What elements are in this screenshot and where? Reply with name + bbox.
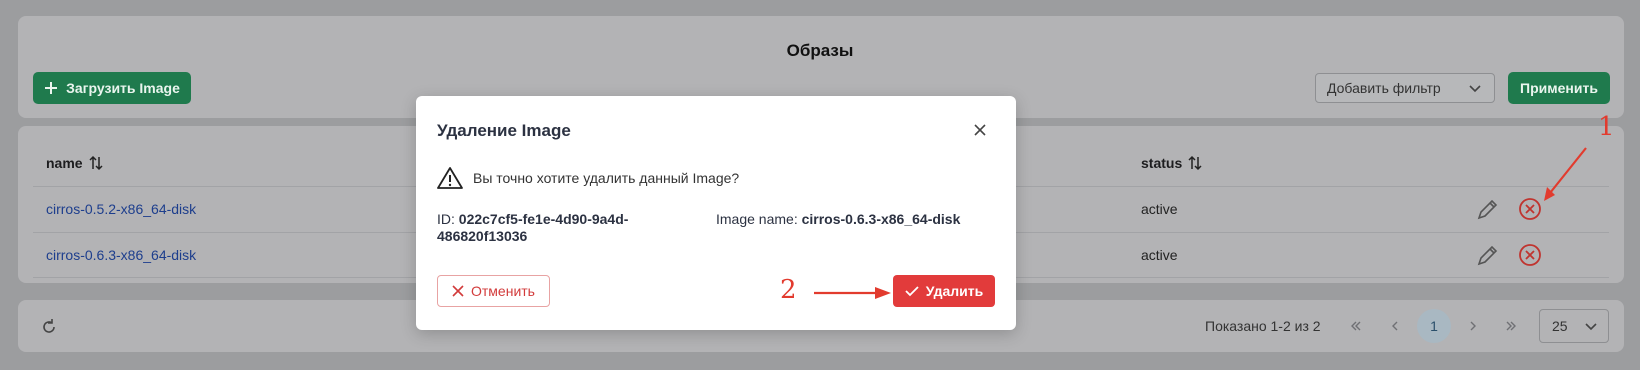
double-chevron-left-icon [1351,321,1361,331]
modal-image-name: Image name: cirros-0.6.3-x86_64-disk [716,211,960,227]
image-name-link[interactable]: cirros-0.5.2-x86_64-disk [46,201,196,217]
refresh-icon[interactable] [40,318,58,336]
image-id-label: ID: [437,211,455,227]
cancel-button[interactable]: Отменить [437,275,550,307]
upload-image-label: Загрузить Image [66,80,180,96]
edit-icon[interactable] [1475,196,1501,222]
chevron-left-icon [1392,321,1398,331]
cancel-label: Отменить [471,283,535,299]
delete-image-modal: Удаление Image Вы точно хотите удалить д… [416,96,1016,330]
modal-warning-text: Вы точно хотите удалить данный Image? [473,170,740,186]
annotation-arrow-icon [814,287,891,299]
annotation-number-1: 1 [1598,112,1615,142]
delete-label: Удалить [925,283,984,299]
page-button-current[interactable]: 1 [1417,309,1451,343]
image-id-value: 022c7cf5-fe1e-4d90-9a4d-486820f13036 [437,211,629,244]
image-status: active [1141,247,1178,263]
pagination-info: Показано 1-2 из 2 [1205,318,1321,334]
sort-icon [1188,155,1202,171]
column-name-label: name [46,155,83,171]
annotation-number-2: 2 [780,275,797,305]
sort-icon [89,155,103,171]
next-page-button[interactable] [1456,309,1490,343]
page-size-value: 25 [1552,318,1568,334]
last-page-button[interactable] [1494,309,1528,343]
column-header-status[interactable]: status [1141,155,1203,171]
column-status-label: status [1141,155,1183,171]
column-header-name[interactable]: name [46,155,104,171]
add-filter-label: Добавить фильтр [1327,80,1441,96]
page-size-select[interactable]: 25 [1539,309,1609,343]
annotation-arrow-icon [1544,147,1587,201]
delete-icon[interactable] [1517,242,1543,268]
image-name-value: cirros-0.6.3-x86_64-disk [801,211,961,227]
prev-page-button[interactable] [1378,309,1412,343]
close-icon [452,285,464,297]
modal-image-id: ID: 022c7cf5-fe1e-4d90-9a4d-486820f13036 [437,211,677,245]
add-filter-select[interactable]: Добавить фильтр [1315,73,1495,103]
plus-icon [45,82,58,94]
check-icon [905,286,919,297]
apply-filter-button[interactable]: Применить [1508,72,1610,104]
warning-icon [437,167,463,189]
chevron-down-icon [1585,323,1597,331]
page-title: Образы [786,41,854,60]
first-page-button[interactable] [1339,309,1373,343]
chevron-right-icon [1470,321,1476,331]
chevron-down-icon [1469,85,1481,93]
image-name-link[interactable]: cirros-0.6.3-x86_64-disk [46,247,196,263]
modal-warning: Вы точно хотите удалить данный Image? [437,166,739,190]
confirm-delete-button[interactable]: Удалить [893,275,995,307]
image-name-label: Image name: [716,211,798,227]
close-icon[interactable] [970,120,990,140]
upload-image-button[interactable]: Загрузить Image [33,72,191,104]
double-chevron-right-icon [1506,321,1516,331]
edit-icon[interactable] [1475,242,1501,268]
image-status: active [1141,201,1178,217]
modal-title: Удаление Image [437,121,571,140]
